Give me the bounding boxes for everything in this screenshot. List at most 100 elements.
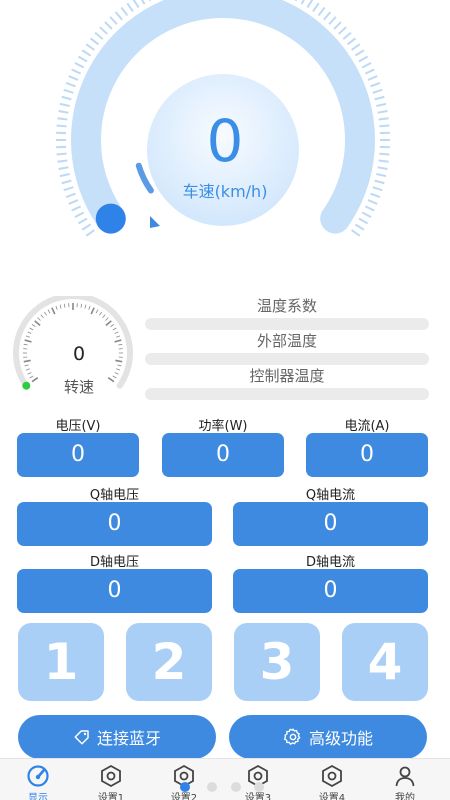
page-indicator-dot[interactable] xyxy=(231,782,241,792)
rpm-tick xyxy=(40,314,44,319)
rpm-tick xyxy=(23,343,28,346)
mode-button-1[interactable]: 1 xyxy=(18,623,104,701)
temp-coefficient-row: 温度系数 xyxy=(145,296,429,330)
connect-bluetooth-label: 连接蓝牙 xyxy=(96,729,161,748)
speedometer-tick xyxy=(71,68,82,75)
speedometer-tick xyxy=(376,102,387,107)
rpm-tick xyxy=(37,317,41,321)
tab-settings-4[interactable]: 设置4 xyxy=(296,759,368,800)
page-indicator-dot[interactable] xyxy=(254,782,264,792)
speedometer-tick xyxy=(81,49,92,57)
speedometer-tick xyxy=(126,2,134,12)
rpm-tick xyxy=(118,343,123,346)
rpm-tick xyxy=(95,309,99,314)
speedometer-tick xyxy=(59,173,70,178)
rpm-tick xyxy=(84,304,87,309)
d-voltage-value: 0 xyxy=(17,569,212,613)
speedometer-tick xyxy=(65,81,76,88)
speedometer-tick xyxy=(376,173,387,178)
rpm-value: 0 xyxy=(72,343,86,365)
speedometer-tick xyxy=(306,0,314,9)
mode-button-2[interactable]: 2 xyxy=(126,623,212,701)
rpm-tick xyxy=(90,307,95,315)
tab-settings-1[interactable]: 设置1 xyxy=(75,759,147,800)
tab-settings-1-label: 设置1 xyxy=(97,793,125,800)
rpm-tick xyxy=(99,311,103,316)
rpm-tick xyxy=(47,309,51,314)
speedometer-tick xyxy=(61,95,72,101)
temp-coefficient-bar xyxy=(145,318,429,330)
rpm-tick xyxy=(114,331,119,334)
external-temp-label: 外部温度 xyxy=(256,332,317,350)
tab-settings-3[interactable]: 设置3 xyxy=(222,759,294,800)
speedometer-tick xyxy=(294,0,298,2)
speedometer-tick xyxy=(346,37,357,46)
tab-mine[interactable]: 我的 xyxy=(369,759,441,800)
rpm-tick xyxy=(59,304,62,309)
speedometer-tick xyxy=(85,43,95,51)
rpm-tick xyxy=(110,323,115,327)
speedometer-tick xyxy=(74,62,85,69)
speedometer-tick xyxy=(148,0,152,2)
rpm-tick xyxy=(25,368,30,371)
rpm-tick xyxy=(24,339,32,343)
speedometer-tick xyxy=(59,102,70,107)
power-value: 0 xyxy=(162,433,284,477)
speedometer-tick xyxy=(342,31,352,40)
speedometer-tick xyxy=(114,11,123,21)
page-indicator-dot-active[interactable] xyxy=(180,782,190,792)
needle-tip xyxy=(150,216,160,228)
speedometer-tick xyxy=(71,205,82,212)
speedometer-tick xyxy=(104,21,113,30)
speedometer-tick xyxy=(94,31,104,40)
rpm-tick xyxy=(105,320,112,326)
speedometer-tick xyxy=(99,26,108,35)
rpm-tick xyxy=(116,335,121,338)
tab-mine-label: 我的 xyxy=(395,793,415,800)
rpm-tick xyxy=(25,335,30,338)
page-indicator-dot[interactable] xyxy=(207,782,217,792)
temp-coefficient-label: 温度系数 xyxy=(256,297,317,315)
rpm-tick xyxy=(34,320,41,326)
speedometer-tick xyxy=(81,223,92,231)
advanced-features-button[interactable]: 高级功能 xyxy=(229,715,427,759)
rpm-tick xyxy=(117,364,122,367)
speedometer-tick xyxy=(77,55,88,63)
tab-display-label: 显示 xyxy=(28,793,48,800)
current-label: 电流(A) xyxy=(344,419,390,434)
power-label: 功率(W) xyxy=(198,419,248,434)
speedometer-tick xyxy=(351,229,361,237)
rpm-tick xyxy=(29,327,34,331)
mode-button-3[interactable]: 3 xyxy=(234,623,320,701)
speed-unit-label: 车速(km/h) xyxy=(182,182,268,201)
external-temp-bar xyxy=(145,353,429,365)
connect-bluetooth-button[interactable]: 连接蓝牙 xyxy=(18,715,216,759)
controller-temp-bar xyxy=(145,388,429,400)
speedometer-tick xyxy=(333,21,342,30)
gear-icon xyxy=(283,728,301,745)
speedometer-tick xyxy=(109,16,118,25)
rpm-tick xyxy=(27,331,32,334)
speedometer-tick xyxy=(354,49,365,57)
speedometer-tick xyxy=(323,11,332,21)
speedometer-tick xyxy=(358,55,369,63)
tab-display[interactable]: 显示 xyxy=(2,759,74,800)
hexagon-nut-icon xyxy=(101,764,121,788)
q-current-label: Q轴电流 xyxy=(305,488,356,503)
speedometer-tick xyxy=(372,88,383,94)
speedometer-tick xyxy=(364,68,375,75)
rpm-tick xyxy=(63,303,66,308)
rpm-tick xyxy=(112,375,117,379)
mode-button-4[interactable]: 4 xyxy=(342,623,428,701)
tab-settings-2[interactable]: 设置2 xyxy=(148,759,220,800)
rpm-tick xyxy=(55,305,58,310)
speedometer-tick xyxy=(317,6,326,17)
speedometer-tick xyxy=(300,0,305,5)
speedometer-tick xyxy=(132,0,140,9)
hexagon-nut-icon xyxy=(322,764,342,788)
rpm-label: 转速 xyxy=(63,378,94,396)
speedometer-tick xyxy=(338,26,347,35)
speedometer-tick xyxy=(77,217,88,225)
speedometer-tick xyxy=(358,217,369,225)
speedometer-tick xyxy=(328,16,337,25)
